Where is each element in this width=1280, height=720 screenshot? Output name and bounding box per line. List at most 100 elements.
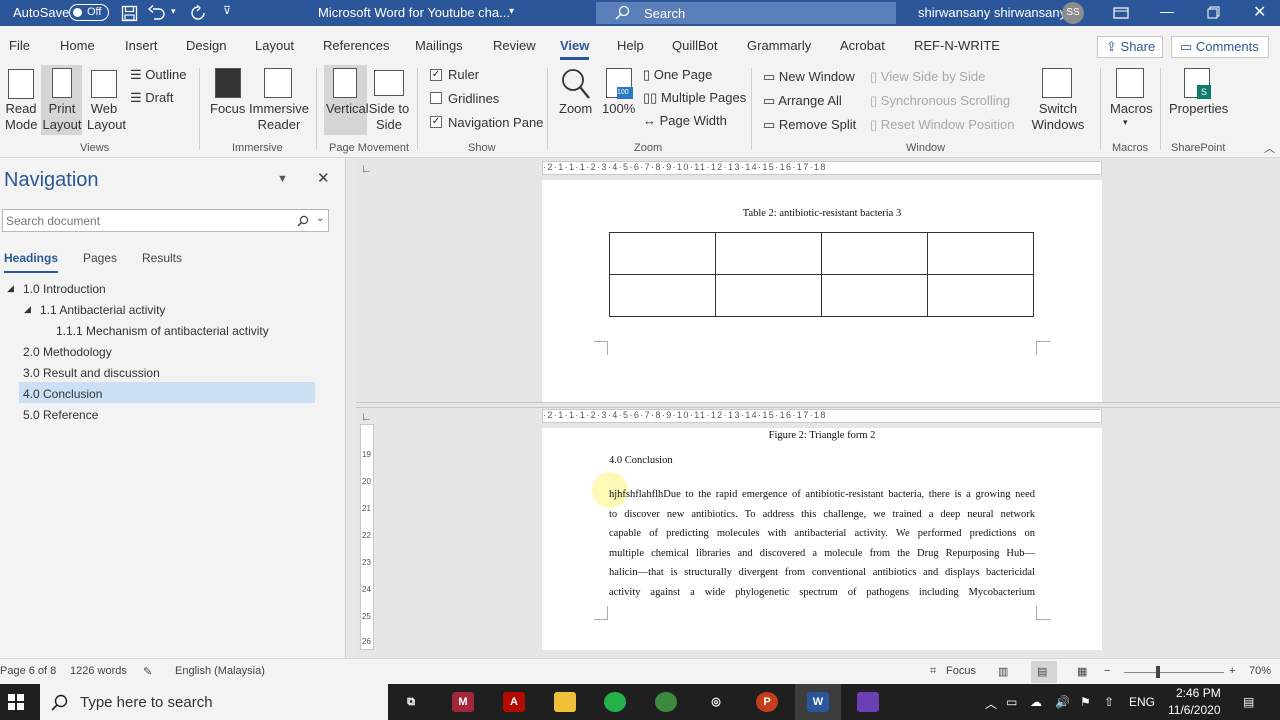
share-button[interactable]: ⇪ Share [1097,36,1163,58]
snipping-tool-icon[interactable] [857,692,879,712]
table-cell[interactable] [821,232,928,275]
menu-grammarly[interactable]: Grammarly [747,38,811,53]
clock-time[interactable]: 2:46 PM [1176,686,1221,700]
menu-design[interactable]: Design [186,38,226,53]
switch-windows-button[interactable]: Switch Windows [1026,101,1090,133]
menu-help[interactable]: Help [617,38,644,53]
zoom-button[interactable]: Zoom [559,101,592,116]
clock-date[interactable]: 11/6/2020 [1168,703,1221,717]
restore-icon[interactable] [1207,6,1220,19]
menu-insert[interactable]: Insert [125,38,158,53]
tab-selector-icon[interactable]: ∟ [361,163,372,175]
ribbon-display-icon[interactable] [1113,7,1129,19]
proofing-icon[interactable]: ✎ [143,665,152,678]
undo-dropdown-icon[interactable]: ▾ [171,6,176,17]
onedrive-icon[interactable]: ☁ [1030,695,1042,709]
nav-heading-mechanism[interactable]: 1.1.1 Mechanism of antibacterial activit… [56,324,269,338]
table-cell[interactable] [715,274,822,317]
nav-options-icon[interactable]: ▼ [277,173,288,185]
table[interactable] [609,232,1034,317]
minimize-icon[interactable]: — [1160,3,1174,19]
tab-headings[interactable]: Headings [4,251,59,273]
table-cell[interactable] [927,232,1034,275]
windows-start-icon[interactable] [8,694,24,710]
app-icon[interactable]: ◎ [705,692,727,712]
volume-icon[interactable]: 🔊 [1055,695,1070,709]
ruler-checkbox[interactable]: ✓ [430,69,442,81]
pane-resize-handle[interactable] [345,158,356,658]
table-cell[interactable] [715,232,822,275]
input-language[interactable]: ENG [1129,695,1155,709]
vertical-ruler[interactable]: 19 20 21 22 23 24 25 26 [360,424,374,650]
web-layout-icon[interactable]: ▦ [1077,665,1087,678]
taskbar-search-input[interactable]: Type here to search [40,684,388,720]
chrome-icon[interactable] [655,692,677,712]
save-icon[interactable] [121,5,138,22]
close-icon[interactable]: ✕ [1253,2,1266,22]
word-icon[interactable]: W [807,692,829,712]
collapse-ribbon-icon[interactable]: ︿ [1264,140,1275,156]
multiple-pages-button[interactable]: ▯▯ Multiple Pages [643,90,746,106]
autosave-toggle[interactable]: Off [69,4,109,21]
paragraph[interactable]: hjhfshflahflhDue to the rapid emergence … [609,485,1035,602]
new-window-button[interactable]: ▭ New Window [763,69,855,85]
view-side-by-side-button[interactable]: ▯ View Side by Side [870,69,985,85]
page-width-button[interactable]: ↔ Page Width [643,113,727,128]
battery-icon[interactable]: ▭ [1006,695,1017,709]
menu-home[interactable]: Home [60,38,95,53]
search-icon[interactable] [297,215,309,227]
customize-qat-icon[interactable]: ⊽ [223,4,231,17]
vertical-button[interactable]: Vertical [326,101,369,116]
macros-dropdown-icon[interactable]: ▾ [1123,117,1128,128]
zoom-out-icon[interactable]: − [1104,665,1110,677]
menu-quillbot[interactable]: QuillBot [672,38,718,53]
expand-icon[interactable]: ◢ [7,283,14,294]
powerpoint-icon[interactable]: P [756,692,778,712]
outline-button[interactable]: ☰ Outline [130,67,186,83]
remove-split-button[interactable]: ▭ Remove Split [763,117,856,133]
table-cell[interactable] [821,274,928,317]
nav-heading-introduction[interactable]: 1.0 Introduction [23,282,106,296]
read-mode-button[interactable]: Read Mode [5,101,38,133]
file-explorer-icon[interactable] [554,692,576,712]
navigation-pane-checkbox[interactable]: ✓ [430,116,442,128]
zoom-in-icon[interactable]: + [1229,665,1235,677]
nav-heading-results[interactable]: 3.0 Result and discussion [23,366,160,380]
zoom-slider[interactable] [1124,672,1224,673]
menu-ref-n-write[interactable]: REF-N-WRITE [914,38,1000,53]
page[interactable]: Figure 2: Triangle form 2 4.0 Conclusion… [542,428,1102,650]
nav-heading-conclusion[interactable]: 4.0 Conclusion [23,387,102,401]
tab-results[interactable]: Results [142,251,182,265]
reset-window-button[interactable]: ▯ Reset Window Position [870,117,1014,133]
menu-acrobat[interactable]: Acrobat [840,38,885,53]
side-to-side-button[interactable]: Side to Side [368,101,410,133]
print-layout-button[interactable]: Print Layout [42,101,82,133]
horizontal-ruler[interactable]: ·2·1·1·1·2·3·4·5·6·7·8·9·10·11·12·13·14·… [542,161,1102,175]
undo-icon[interactable] [148,5,166,21]
search-box[interactable]: Search [596,2,896,24]
print-layout-icon[interactable]: ▤ [1037,665,1047,678]
comments-button[interactable]: ▭ Comments [1171,36,1269,58]
nav-heading-reference[interactable]: 5.0 Reference [23,408,98,422]
menu-references[interactable]: References [323,38,389,53]
immersive-reader-button[interactable]: Immersive Reader [248,101,310,133]
figure-caption[interactable]: Figure 2: Triangle form 2 [542,430,1102,441]
properties-button[interactable]: Properties [1169,101,1228,116]
user-name[interactable]: shirwansany shirwansany [918,5,1066,20]
gridlines-checkbox[interactable] [430,92,442,104]
focus-mode-button[interactable]: Focus [946,665,976,677]
expand-icon[interactable]: ◢ [24,304,31,315]
table-cell[interactable] [927,274,1034,317]
menu-layout[interactable]: Layout [255,38,294,53]
page-count[interactable]: Page 6 of 8 [0,665,56,677]
tab-pages[interactable]: Pages [83,251,117,265]
hundred-percent-button[interactable]: 100% [602,101,635,116]
language[interactable]: English (Malaysia) [175,665,265,677]
menu-mailings[interactable]: Mailings [415,38,463,53]
one-page-button[interactable]: ▯ One Page [643,67,712,83]
network-icon[interactable]: ⚑ [1080,695,1091,709]
menu-file[interactable]: File [9,38,30,53]
task-view-icon[interactable]: ⧉ [400,692,422,712]
focus-button[interactable]: Focus [210,101,245,116]
whatsapp-icon[interactable] [604,692,626,712]
